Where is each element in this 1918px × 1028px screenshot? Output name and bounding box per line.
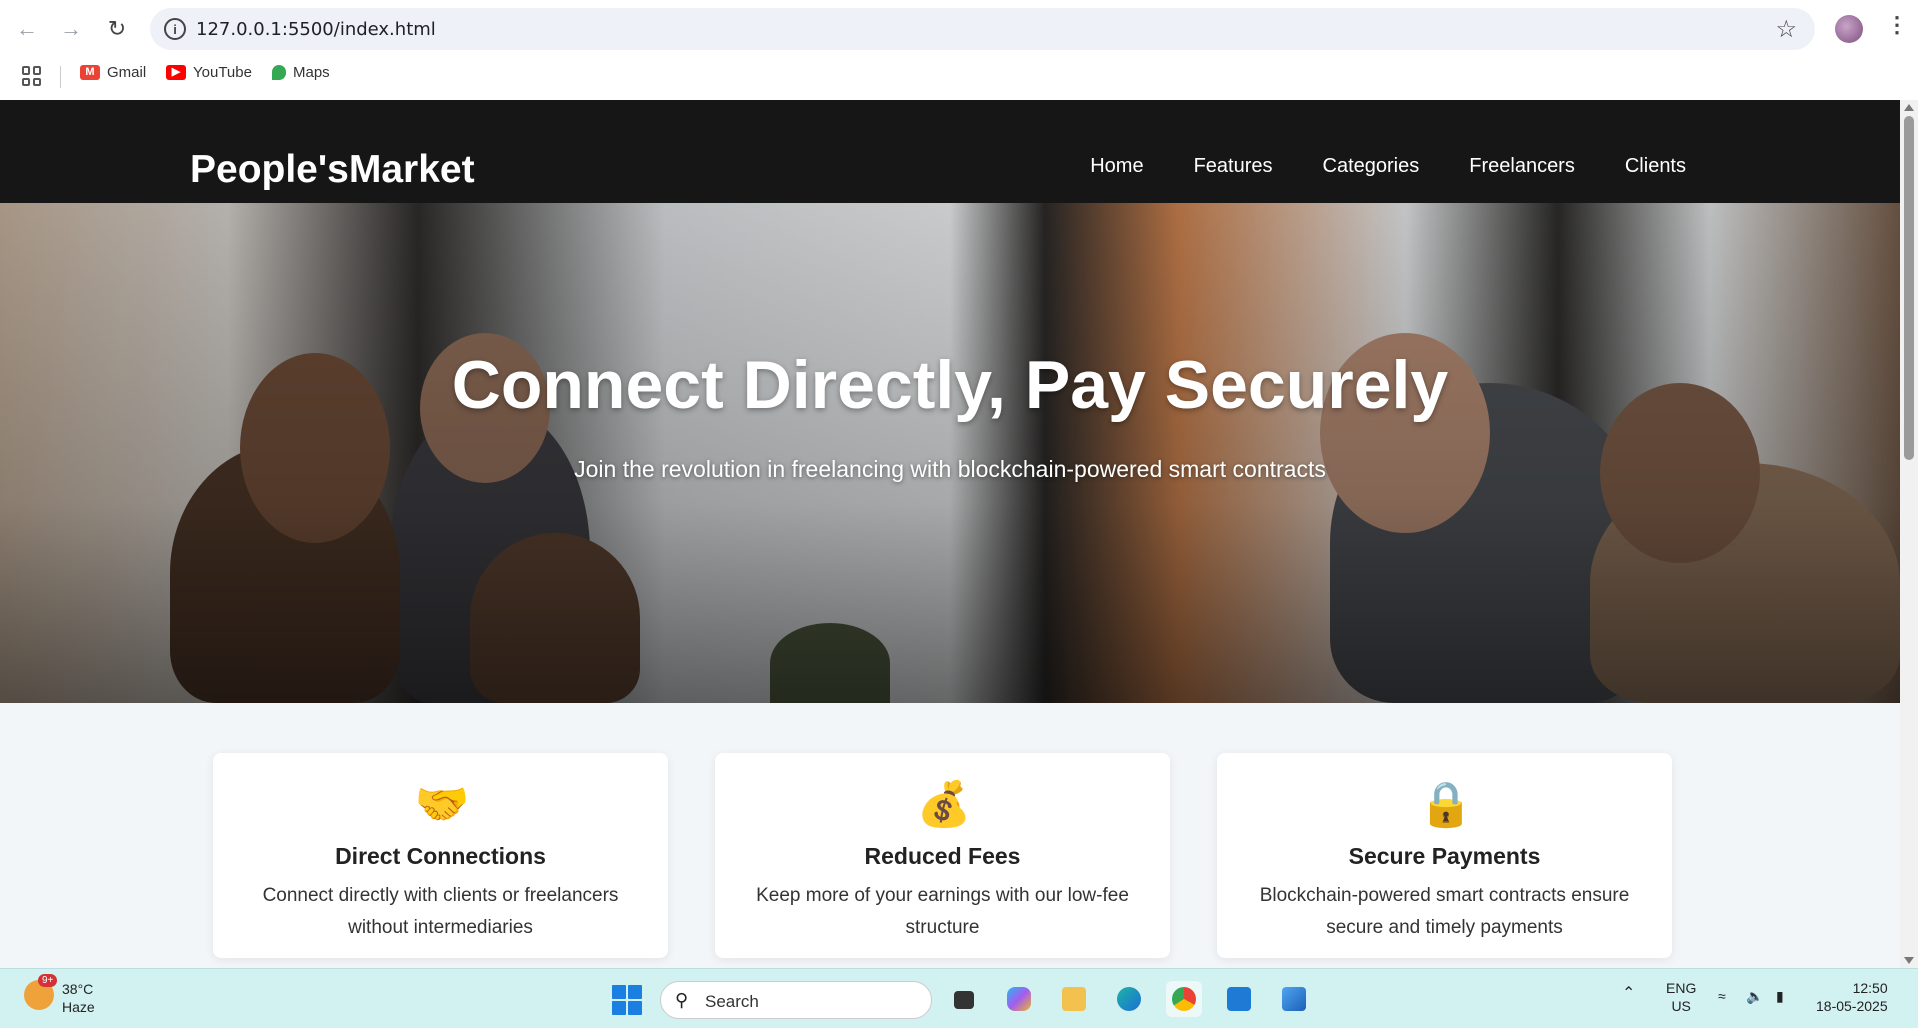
language-indicator[interactable]: ENG US: [1666, 979, 1696, 1015]
site-logo[interactable]: People'sMarket: [190, 148, 475, 192]
photos-icon[interactable]: [1276, 981, 1312, 1017]
search-label: Search: [705, 992, 759, 1011]
nav-features[interactable]: Features: [1194, 155, 1273, 178]
bookmark-label: Gmail: [107, 64, 147, 81]
menu-kebab-icon[interactable]: ⋮: [1886, 12, 1908, 38]
nav-categories[interactable]: Categories: [1323, 155, 1420, 178]
bookmark-star-icon[interactable]: ☆: [1775, 15, 1797, 44]
apps-grid-icon[interactable]: [22, 66, 42, 86]
scroll-down-icon[interactable]: [1904, 957, 1914, 964]
youtube-icon: ▶: [166, 65, 186, 80]
site-info-icon[interactable]: i: [164, 18, 186, 40]
nav-home[interactable]: Home: [1090, 155, 1143, 178]
weather-temp: 38°C: [62, 981, 94, 997]
bookmark-gmail[interactable]: M Gmail: [80, 64, 146, 81]
windows-start-icon[interactable]: [612, 985, 642, 1015]
page-scrollbar[interactable]: [1900, 100, 1918, 968]
feature-text: Connect directly with clients or freelan…: [262, 885, 619, 938]
url-text[interactable]: 127.0.0.1:5500/index.html: [196, 19, 436, 40]
feature-title: Reduced Fees: [864, 843, 1021, 869]
feature-text: Keep more of your earnings with our low-…: [756, 885, 1129, 938]
hero-overlay: [0, 203, 1900, 703]
browser-toolbar: ← → ↻ i 127.0.0.1:5500/index.html ☆ ⋮ M …: [0, 0, 1918, 100]
bookmark-label: Maps: [293, 64, 330, 81]
weather-haze-icon: 9+: [24, 974, 58, 1010]
profile-avatar[interactable]: [1835, 15, 1863, 43]
scrollbar-thumb[interactable]: [1904, 116, 1914, 460]
edge-icon[interactable]: [1111, 981, 1147, 1017]
feature-card-direct-connections: 🤝 Direct Connections Connect directly wi…: [213, 753, 668, 958]
feature-card-secure-payments: 🔒 Secure Payments Blockchain-powered sma…: [1217, 753, 1672, 958]
feature-card-reduced-fees: 💰 Reduced Fees Keep more of your earning…: [715, 753, 1170, 958]
bookmark-label: YouTube: [193, 64, 252, 81]
taskbar-search[interactable]: ⚲ Search: [660, 981, 932, 1019]
windows-taskbar: 9+ 38°C Haze ⚲ Search ⌃ ENG US ≈ 🔈 ▮ 12:…: [0, 968, 1918, 1028]
feature-title: Secure Payments: [1348, 843, 1541, 869]
region-code: US: [1671, 998, 1691, 1014]
maps-icon: [272, 65, 286, 80]
clock-time: 12:50: [1852, 980, 1888, 996]
handshake-icon: 🤝: [414, 780, 470, 829]
language-code: ENG: [1666, 980, 1697, 996]
gmail-icon: M: [80, 65, 100, 80]
back-icon[interactable]: ←: [8, 10, 46, 48]
show-hidden-icons-icon[interactable]: ⌃: [1622, 985, 1635, 1003]
bookmark-maps[interactable]: Maps: [272, 64, 330, 81]
feature-title: Direct Connections: [335, 843, 546, 869]
scroll-up-icon[interactable]: [1904, 104, 1914, 111]
file-explorer-icon[interactable]: [1056, 981, 1092, 1017]
nav-clients[interactable]: Clients: [1625, 155, 1686, 178]
site-nav: Home Features Categories Freelancers Cli…: [1090, 155, 1686, 178]
weather-condition: Haze: [62, 999, 95, 1015]
task-view-icon[interactable]: [946, 981, 982, 1017]
weather-widget[interactable]: 9+ 38°C Haze: [24, 974, 95, 1016]
forward-icon[interactable]: →: [52, 10, 90, 48]
hero-subtitle: Join the revolution in freelancing with …: [574, 456, 1326, 482]
search-icon: ⚲: [675, 990, 689, 1010]
battery-icon[interactable]: ▮: [1776, 987, 1784, 1005]
nav-freelancers[interactable]: Freelancers: [1469, 155, 1575, 178]
clock[interactable]: 12:50 18-05-2025: [1816, 979, 1888, 1015]
address-bar[interactable]: i 127.0.0.1:5500/index.html ☆: [150, 8, 1815, 50]
bookmarks-divider: [60, 66, 61, 88]
hero-section: Connect Directly, Pay Securely Join the …: [0, 203, 1900, 703]
money-bag-icon: 💰: [916, 780, 972, 829]
notification-badge: 9+: [38, 974, 58, 987]
chrome-icon[interactable]: [1166, 981, 1202, 1017]
site-header: People'sMarket Home Features Categories …: [0, 100, 1900, 203]
wifi-icon[interactable]: ≈: [1718, 987, 1726, 1005]
bookmark-youtube[interactable]: ▶ YouTube: [166, 64, 252, 81]
lock-icon: 🔒: [1418, 780, 1474, 829]
volume-icon[interactable]: 🔈: [1746, 987, 1763, 1005]
feature-text: Blockchain-powered smart contracts ensur…: [1259, 885, 1630, 938]
hero-title: Connect Directly, Pay Securely: [451, 347, 1449, 423]
web-page: People'sMarket Home Features Categories …: [0, 100, 1900, 968]
bookmarks-bar: M Gmail ▶ YouTube Maps: [0, 58, 1918, 94]
reload-icon[interactable]: ↻: [98, 10, 136, 48]
copilot-icon[interactable]: [1001, 981, 1037, 1017]
clock-date: 18-05-2025: [1816, 998, 1888, 1014]
vscode-icon[interactable]: [1221, 981, 1257, 1017]
